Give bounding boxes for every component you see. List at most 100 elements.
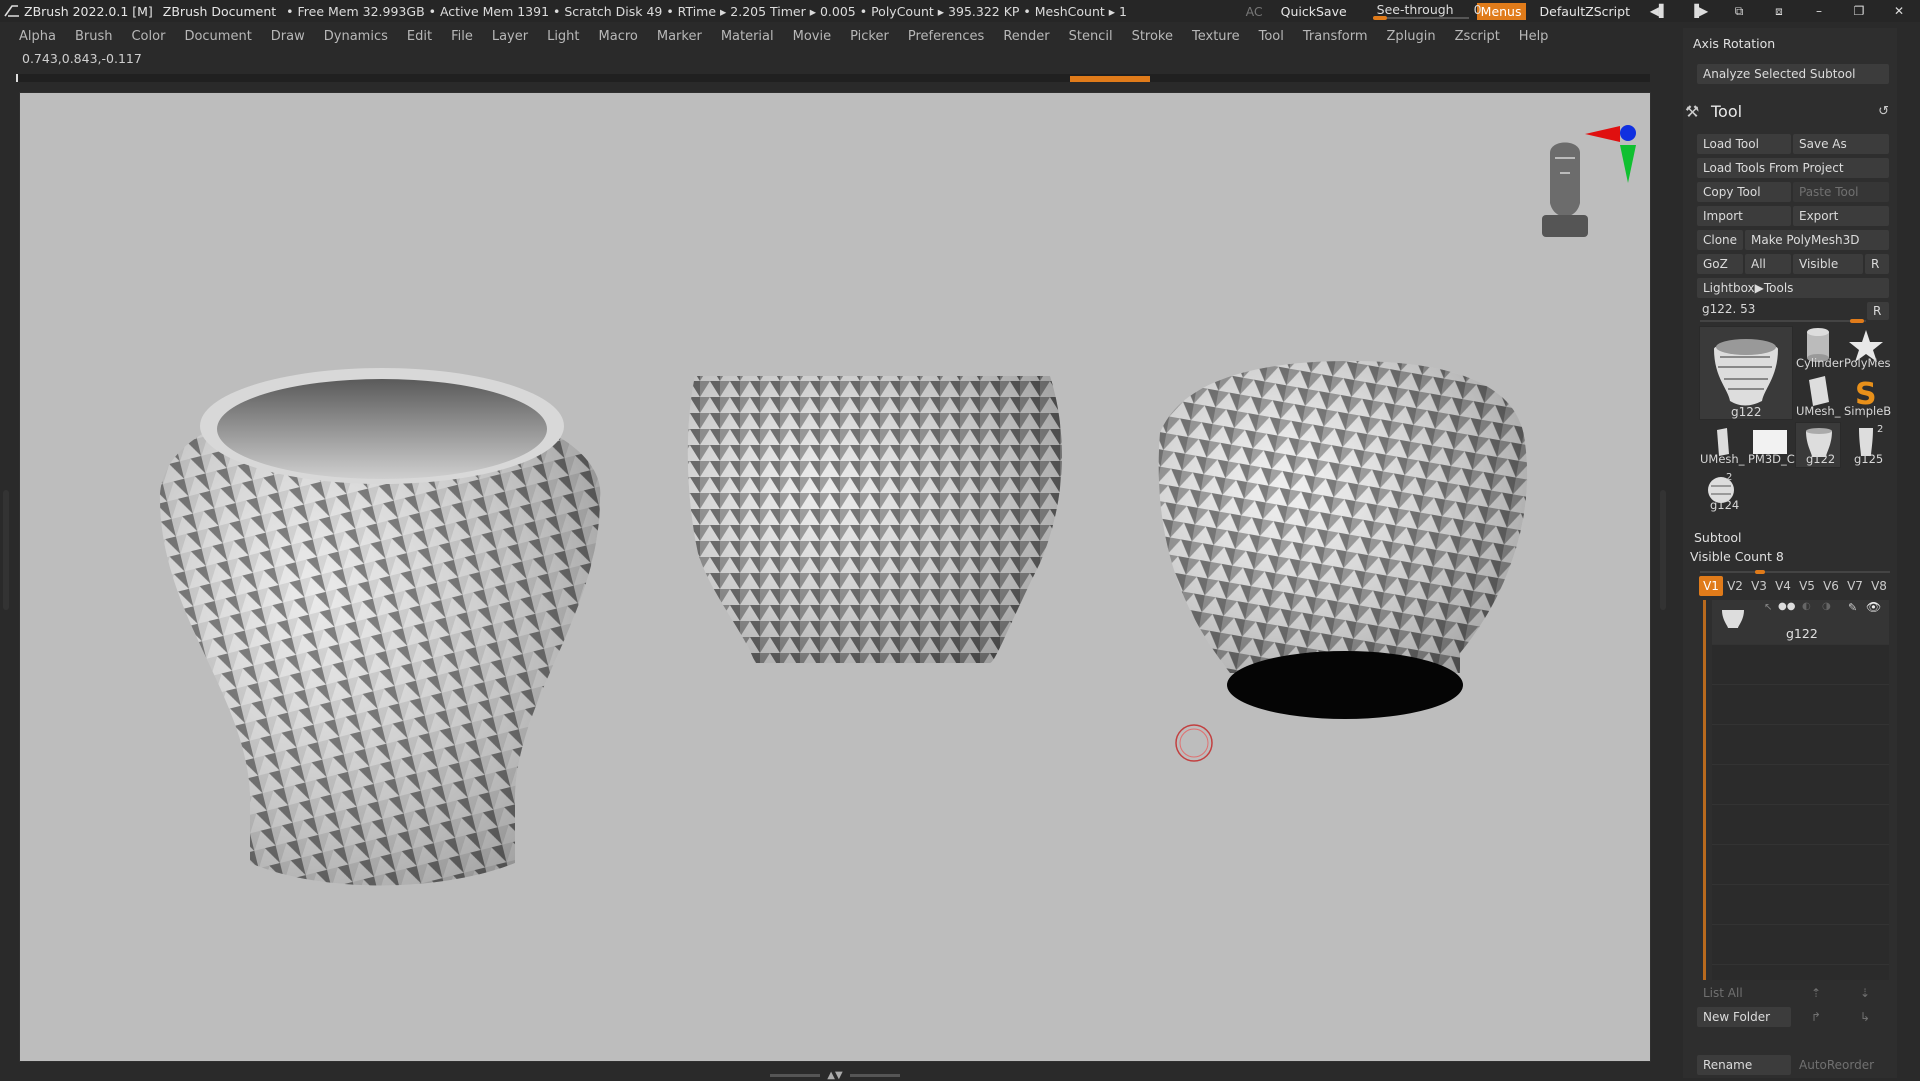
tool-thumb-g125-label: g125	[1854, 452, 1884, 466]
menu-preferences[interactable]: Preferences	[908, 29, 984, 44]
canvas-viewport[interactable]	[19, 92, 1651, 1062]
scene-render[interactable]	[20, 93, 1650, 1061]
paste-tool-button[interactable]: Paste Tool	[1793, 182, 1889, 202]
goz-visible-button[interactable]: Visible	[1793, 254, 1863, 274]
close-icon[interactable]: ✕	[1888, 3, 1910, 19]
export-button[interactable]: Export	[1793, 206, 1889, 226]
visibility-tab-v8[interactable]: V8	[1867, 576, 1891, 596]
axis-gizmo[interactable]	[1585, 125, 1636, 183]
rename-button[interactable]: Rename	[1697, 1055, 1791, 1075]
seethrough-slider[interactable]: See-through 0	[1372, 2, 1482, 20]
visibility-tab-v3[interactable]: V3	[1747, 576, 1771, 596]
bottom-tray-handle[interactable]: ▲▼	[770, 1070, 900, 1081]
copy-tool-button[interactable]: Copy Tool	[1697, 182, 1791, 202]
tool-palette-header[interactable]: ⚒ Tool ↺	[1683, 98, 1897, 124]
subtool-mode-icon[interactable]: ◐	[1802, 601, 1811, 612]
app-title: ZBrush 2022.0.1 [M]	[24, 3, 153, 19]
menu-edit[interactable]: Edit	[407, 29, 432, 44]
quicksave-button[interactable]: QuickSave	[1281, 4, 1347, 19]
visibility-tab-v7[interactable]: V7	[1843, 576, 1867, 596]
current-tool-name[interactable]: g122. 53	[1702, 302, 1755, 316]
load-tools-from-project-button[interactable]: Load Tools From Project	[1697, 158, 1889, 178]
load-tool-button[interactable]: Load Tool	[1697, 134, 1791, 154]
tool-slider[interactable]	[1700, 319, 1866, 323]
right-tray-handle[interactable]	[1660, 490, 1666, 610]
clone-button[interactable]: Clone	[1697, 230, 1743, 250]
save-as-button[interactable]: Save As	[1793, 134, 1889, 154]
visible-count-knob[interactable]	[1755, 570, 1765, 574]
ac-toggle[interactable]: AC	[1246, 4, 1263, 19]
axis-rotation-header[interactable]: Axis Rotation	[1683, 28, 1785, 57]
goz-button[interactable]: GoZ	[1697, 254, 1743, 274]
menu-macro[interactable]: Macro	[599, 29, 638, 44]
new-folder-button[interactable]: New Folder	[1697, 1007, 1791, 1027]
current-tool-r-button[interactable]: R	[1867, 302, 1889, 320]
menu-zplugin[interactable]: Zplugin	[1387, 29, 1436, 44]
make-polymesh3d-button[interactable]: Make PolyMesh3D	[1745, 230, 1889, 250]
vase-model-left[interactable]	[160, 368, 601, 886]
menu-render[interactable]: Render	[1003, 29, 1049, 44]
tool-slider-knob[interactable]	[1850, 319, 1864, 323]
menu-tool[interactable]: Tool	[1259, 29, 1284, 44]
lightbox-tools-button[interactable]: Lightbox▶Tools	[1697, 278, 1889, 298]
menu-stroke[interactable]: Stroke	[1132, 29, 1173, 44]
menu-file[interactable]: File	[451, 29, 473, 44]
move-up-button[interactable]: ⇡	[1793, 983, 1839, 1003]
reset-icon[interactable]: ↺	[1878, 104, 1889, 119]
default-zscript-button[interactable]: DefaultZScript	[1540, 4, 1631, 19]
menu-alpha[interactable]: Alpha	[19, 29, 56, 44]
menus-toggle[interactable]: Menus	[1476, 2, 1526, 20]
menu-transform[interactable]: Transform	[1303, 29, 1368, 44]
subtool-arrow-icon[interactable]: ↖	[1764, 602, 1772, 613]
goz-all-button[interactable]: All	[1745, 254, 1791, 274]
vase-model-center[interactable]	[687, 376, 1062, 663]
visible-count-slider[interactable]	[1700, 570, 1890, 574]
menu-light[interactable]: Light	[547, 29, 579, 44]
menu-marker[interactable]: Marker	[657, 29, 702, 44]
seethrough-knob[interactable]	[1372, 16, 1387, 20]
analyze-subtool-button[interactable]: Analyze Selected Subtool	[1697, 64, 1889, 84]
subtool-header[interactable]: Subtool Visible Count 8	[1690, 530, 1894, 564]
subtool-polyframe-icon[interactable]: ◑	[1822, 601, 1831, 612]
visibility-tab-v6[interactable]: V6	[1819, 576, 1843, 596]
maximize-icon[interactable]: ❐	[1848, 3, 1870, 19]
autoreorder-button[interactable]: AutoReorder	[1793, 1055, 1889, 1075]
layout-left-icon[interactable]: ◀▌	[1648, 3, 1670, 19]
visibility-tab-v4[interactable]: V4	[1771, 576, 1795, 596]
zbrush-logo-icon[interactable]	[3, 2, 21, 20]
subtool-item[interactable]: ↖ ●● ◐ ◑ ✎ 👁 g122	[1712, 600, 1889, 644]
menu-zscript[interactable]: Zscript	[1455, 29, 1500, 44]
menu-material[interactable]: Material	[721, 29, 774, 44]
folder-arrow-down-button[interactable]: ↳	[1841, 1007, 1889, 1027]
window-swap-icon[interactable]: ⧈	[1768, 3, 1790, 19]
vase-model-right[interactable]	[1158, 361, 1528, 719]
goz-r-button[interactable]: R	[1865, 254, 1889, 274]
subtool-brush-icon[interactable]: ✎	[1848, 601, 1857, 614]
menu-layer[interactable]: Layer	[492, 29, 528, 44]
move-down-button[interactable]: ⇣	[1841, 983, 1889, 1003]
left-tray-handle[interactable]	[3, 490, 9, 610]
menu-movie[interactable]: Movie	[793, 29, 831, 44]
menu-help[interactable]: Help	[1519, 29, 1549, 44]
menu-texture[interactable]: Texture	[1192, 29, 1240, 44]
folder-arrow-up-button[interactable]: ↱	[1793, 1007, 1839, 1027]
menu-stencil[interactable]: Stencil	[1069, 29, 1113, 44]
subtool-toggle-icon[interactable]: ●●	[1778, 601, 1795, 612]
list-all-button[interactable]: List All	[1697, 983, 1791, 1003]
menu-picker[interactable]: Picker	[850, 29, 889, 44]
import-button[interactable]: Import	[1697, 206, 1791, 226]
menu-brush[interactable]: Brush	[75, 29, 113, 44]
menu-draw[interactable]: Draw	[271, 29, 305, 44]
subtool-list-scrollbar[interactable]	[1703, 600, 1706, 980]
layout-right-icon[interactable]: ▐▶	[1688, 3, 1710, 19]
menu-color[interactable]: Color	[131, 29, 165, 44]
visibility-tab-v5[interactable]: V5	[1795, 576, 1819, 596]
minimize-icon[interactable]: –	[1808, 3, 1830, 19]
visibility-tab-v2[interactable]: V2	[1723, 576, 1747, 596]
window-layout-icon[interactable]: ⧉	[1728, 3, 1750, 19]
visibility-tab-v1[interactable]: V1	[1699, 576, 1723, 596]
orientation-head-gizmo[interactable]	[1542, 142, 1588, 238]
eye-icon[interactable]: 👁	[1866, 600, 1881, 614]
menu-dynamics[interactable]: Dynamics	[324, 29, 388, 44]
menu-document[interactable]: Document	[184, 29, 251, 44]
